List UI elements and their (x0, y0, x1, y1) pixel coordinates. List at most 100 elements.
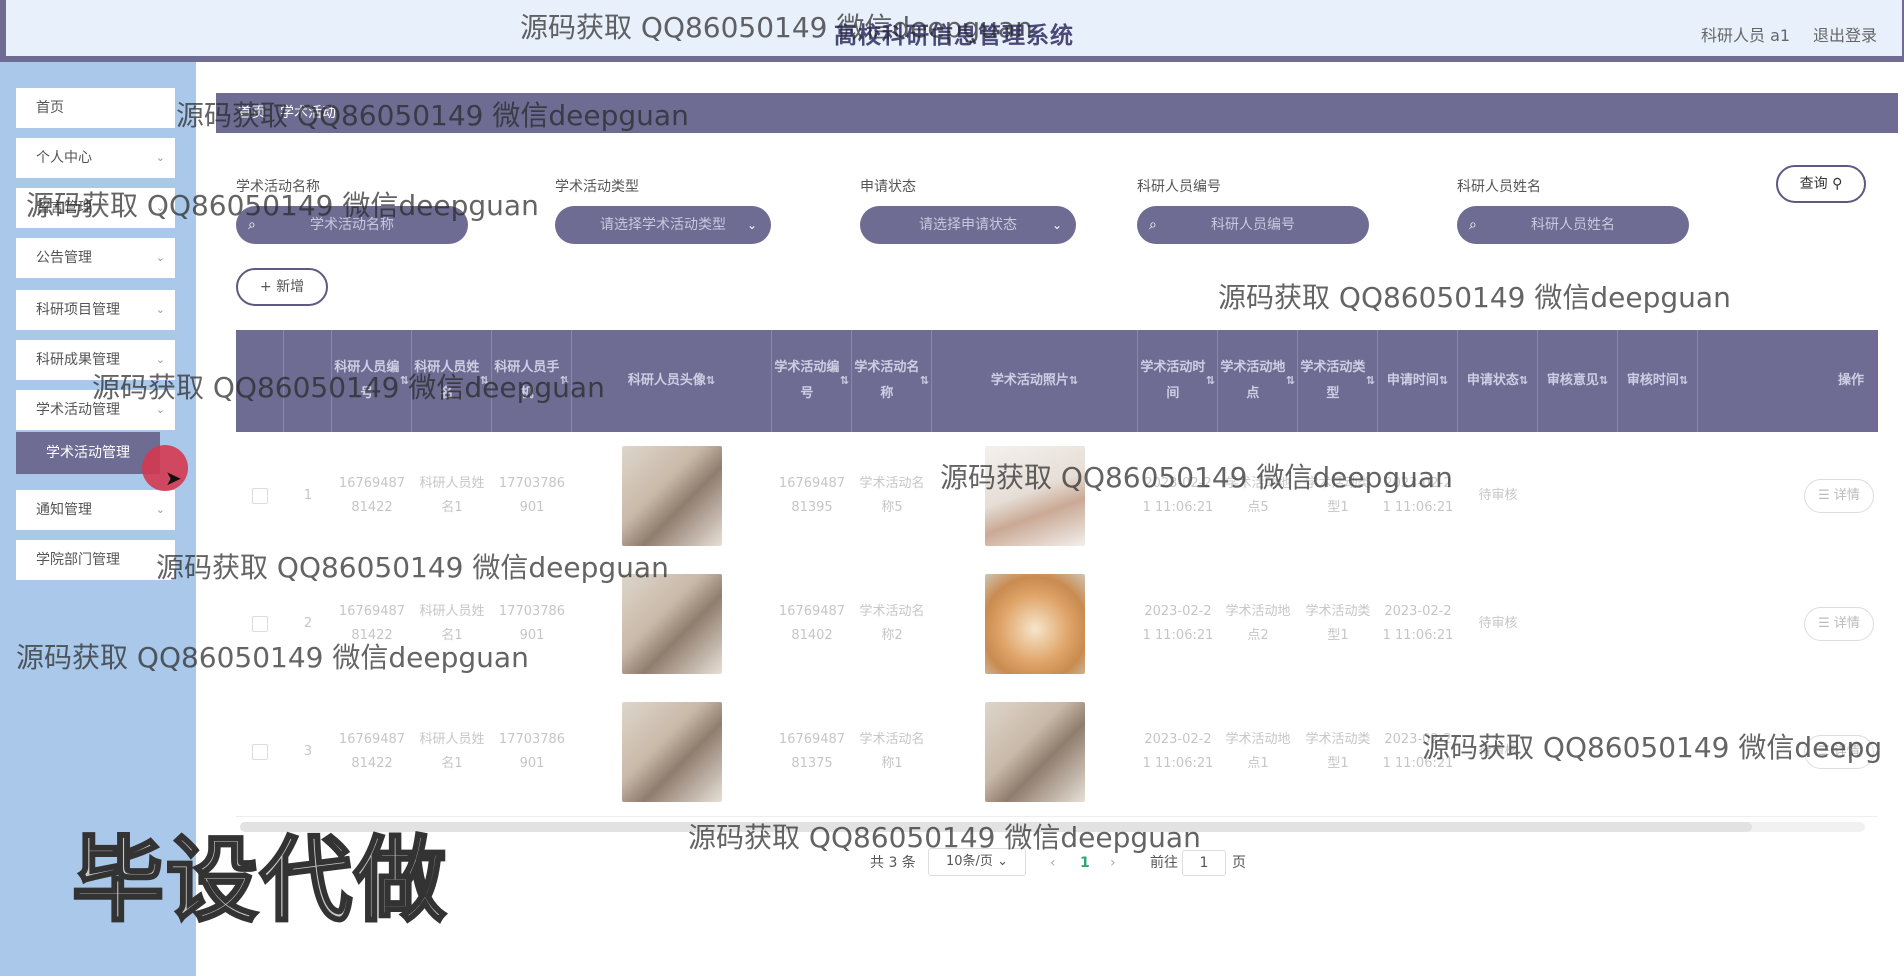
column-header[interactable]: 科研人员姓名 ⇅ (412, 330, 492, 432)
table-cell: 17703786901 (498, 732, 566, 771)
column-header-label: 审核时间 (1626, 373, 1679, 388)
avatar[interactable] (622, 446, 722, 546)
horizontal-scrollbar[interactable] (240, 822, 1865, 832)
column-header[interactable]: 科研人员头像 ⇅ (572, 330, 772, 432)
activity-photo[interactable] (985, 702, 1085, 802)
chevron-down-icon: ⌄ (155, 403, 165, 416)
row-checkbox[interactable] (252, 744, 268, 760)
chevron-down-icon: ⌄ (746, 218, 757, 232)
sort-icon[interactable]: ⇅ (1439, 368, 1448, 394)
image-cell (572, 432, 772, 560)
filter-select[interactable]: 请选择学术活动类型 ⌄ (555, 206, 771, 244)
column-header[interactable]: 申请状态 ⇅ (1458, 330, 1538, 432)
sidebar-item[interactable]: 通知管理 ⌄ (16, 490, 175, 530)
sidebar-item[interactable]: 个人中心 ⌄ (16, 138, 175, 178)
filter-select[interactable]: 请选择申请状态 ⌄ (860, 206, 1076, 244)
sort-icon[interactable]: ⇅ (1286, 368, 1295, 394)
column-header[interactable]: 学术活动名称 ⇅ (852, 330, 932, 432)
table-cell: 待审核 (1478, 744, 1518, 759)
column-header[interactable]: 学术活动地点 ⇅ (1218, 330, 1298, 432)
sort-icon[interactable]: ⇅ (400, 368, 409, 394)
detail-label: 详情 (1833, 488, 1860, 503)
app-title: 高校科研信息管理系统 (834, 23, 1074, 49)
sidebar-item[interactable]: 学院部门管理 ⌄ (16, 540, 175, 580)
column-header[interactable]: 审核时间 ⇅ (1618, 330, 1698, 432)
image-cell (572, 688, 772, 816)
column-header (236, 330, 284, 432)
user-name: 科研人员 a1 (1701, 26, 1791, 45)
column-header-label: 申请状态 (1466, 373, 1519, 388)
page-number-current[interactable]: 1 (1080, 848, 1090, 878)
next-page-icon[interactable]: › (1110, 848, 1116, 878)
column-header[interactable]: 申请时间 ⇅ (1378, 330, 1458, 432)
sort-icon[interactable]: ⇅ (560, 368, 569, 394)
query-button[interactable]: 查询 ⚲ (1776, 165, 1866, 203)
sort-icon[interactable]: ⇅ (1069, 368, 1078, 394)
column-header[interactable]: 学术活动时间 ⇅ (1138, 330, 1218, 432)
column-header[interactable]: 学术活动照片 ⇅ (932, 330, 1138, 432)
chevron-down-icon: ⌄ (155, 251, 165, 264)
avatar[interactable] (622, 574, 722, 674)
column-header-label: 学术活动编号 (774, 360, 840, 401)
sort-icon[interactable]: ⇅ (1206, 368, 1215, 394)
sort-icon[interactable]: ⇅ (920, 368, 929, 394)
pagination-total: 共 3 条 (870, 855, 916, 871)
detail-label: 详情 (1833, 744, 1860, 759)
table-row[interactable]: 2 1676948781422 科研人员姓名1 17703786901 16769487… (236, 560, 1878, 689)
scrollbar-thumb[interactable] (240, 822, 1752, 832)
page-size-select[interactable]: 10条/页 ⌄ (928, 848, 1026, 876)
header-bar: 高校科研信息管理系统 科研人员 a1 退出登录 (6, 0, 1902, 56)
add-button[interactable]: + 新增 (236, 268, 328, 306)
breadcrumb-home[interactable]: 首页 (238, 105, 266, 121)
detail-button[interactable]: ☰ 详情 (1804, 479, 1874, 513)
column-header[interactable]: 审核意见 ⇅ (1538, 330, 1618, 432)
sort-icon[interactable]: ⇅ (1366, 368, 1375, 394)
goto-page-input[interactable]: 1 (1182, 850, 1226, 876)
sidebar-item[interactable]: 科研成果管理 ⌄ (16, 340, 175, 380)
sort-icon[interactable]: ⇅ (1679, 368, 1688, 394)
sidebar-item[interactable]: 首页 (16, 88, 175, 128)
activity-photo[interactable] (985, 574, 1085, 674)
chevron-down-icon: ⌄ (1051, 218, 1062, 232)
table-cell: 17703786901 (498, 476, 566, 515)
column-header-label: 学术活动时间 (1140, 360, 1206, 401)
sidebar-item-label: 科研成果管理 (36, 352, 120, 368)
column-header[interactable]: 科研人员手机 ⇅ (492, 330, 572, 432)
sidebar-subitem-academic-activity[interactable]: 学术活动管理 (16, 432, 160, 474)
table-cell (1618, 432, 1698, 560)
table-cell: 待审核 (1478, 488, 1518, 503)
sort-icon[interactable]: ⇅ (480, 368, 489, 394)
sidebar-item[interactable]: 科研项目管理 ⌄ (16, 290, 175, 330)
column-header[interactable]: 学术活动编号 ⇅ (772, 330, 852, 432)
table-header: 科研人员编号 ⇅ 科研人员姓名 ⇅ 科研人员手机 ⇅ 科研人员头像 ⇅ 学术活动编号 ⇅… (236, 330, 1878, 432)
prev-page-icon[interactable]: ‹ (1050, 848, 1056, 878)
operation-cell: ☰ 详情 (1698, 688, 1878, 816)
detail-button[interactable]: ☰ 详情 (1804, 735, 1874, 769)
row-checkbox[interactable] (252, 488, 268, 504)
activity-photo[interactable] (985, 446, 1085, 546)
detail-label: 详情 (1833, 616, 1860, 631)
column-header[interactable]: 学术活动类型 ⇅ (1298, 330, 1378, 432)
column-header[interactable]: 科研人员编号 ⇅ (332, 330, 412, 432)
filter-search-input[interactable]: ⌕ 科研人员编号 (1137, 206, 1369, 244)
sort-icon[interactable]: ⇅ (1599, 368, 1608, 394)
table-cell: 待审核 (1478, 616, 1518, 631)
table-row[interactable]: 3 1676948781422 科研人员姓名1 17703786901 16769487… (236, 688, 1878, 817)
sidebar-item[interactable]: 学术活动管理 ⌄ (16, 390, 175, 430)
table-cell: 学术活动类型1 (1305, 476, 1371, 515)
filter-search-input[interactable]: ⌕ 科研人员姓名 (1457, 206, 1689, 244)
column-header-label: 学术活动类型 (1300, 360, 1366, 401)
table-row[interactable]: 1 1676948781422 科研人员姓名1 17703786901 16769487… (236, 432, 1878, 561)
sort-icon[interactable]: ⇅ (1519, 368, 1528, 394)
filter-search-input[interactable]: ⌕ 学术活动名称 (236, 206, 468, 244)
filter-placeholder: 科研人员编号 (1211, 217, 1295, 233)
sidebar-item[interactable]: 公告管理 ⌄ (16, 238, 175, 278)
sort-icon[interactable]: ⇅ (706, 368, 715, 394)
detail-button[interactable]: ☰ 详情 (1804, 607, 1874, 641)
avatar[interactable] (622, 702, 722, 802)
sidebar-item[interactable]: 留言管理 ⌄ (16, 188, 175, 228)
logout-link[interactable]: 退出登录 (1813, 22, 1877, 46)
sort-icon[interactable]: ⇅ (840, 368, 849, 394)
table-cell: 科研人员姓名1 (419, 732, 485, 771)
row-checkbox[interactable] (252, 616, 268, 632)
